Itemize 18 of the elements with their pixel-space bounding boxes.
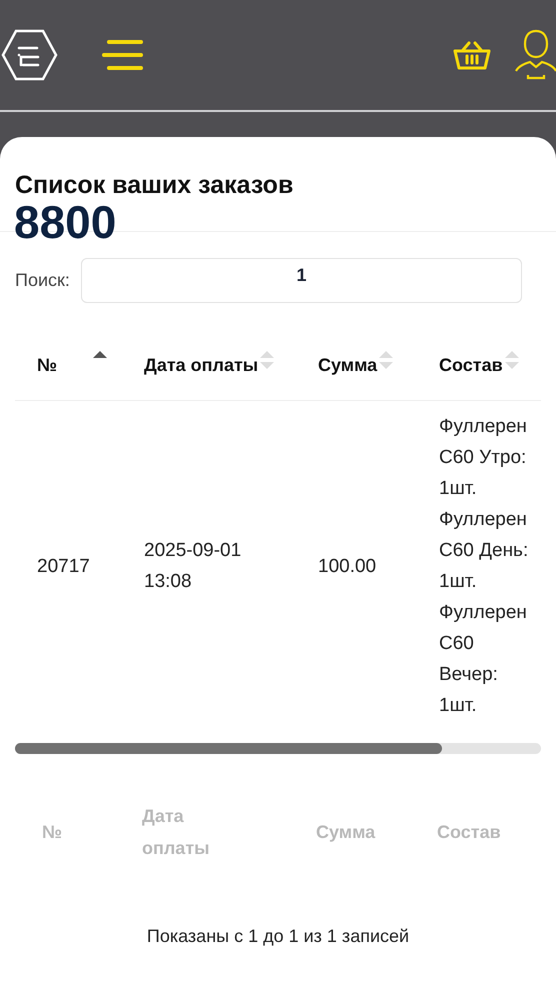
table-cell-text: 2025-09-01 13:08 [144, 539, 242, 594]
table-cell-text: 100.00 [318, 554, 378, 578]
search-label: Поиск: [15, 270, 70, 291]
table-cell-text: 20717 [37, 554, 91, 578]
search-field[interactable]: 1 [80, 258, 522, 303]
table-cell-text: Фуллерен C60 Утро: 1шт. Фуллерен C60 День: 1шт. Фуллерен C60 Вечер: 1шт. [439, 415, 530, 718]
menu-icon[interactable] [102, 38, 144, 72]
scrollbar[interactable] [15, 743, 541, 754]
column-footer: Сумма [316, 816, 437, 848]
column-header[interactable]: Дата оплаты [144, 355, 258, 376]
column-header[interactable]: № [37, 355, 58, 376]
column-footer: № [15, 816, 142, 848]
column-header[interactable]: Сумма [318, 355, 378, 376]
column-footer: Состав [437, 816, 556, 848]
column-header[interactable]: Состав [439, 355, 503, 376]
logo-icon[interactable] [1, 29, 58, 81]
column-footer: Дата оплаты [142, 800, 232, 864]
table-info: Показаны с 1 до 1 из 1 записей [146, 926, 410, 947]
